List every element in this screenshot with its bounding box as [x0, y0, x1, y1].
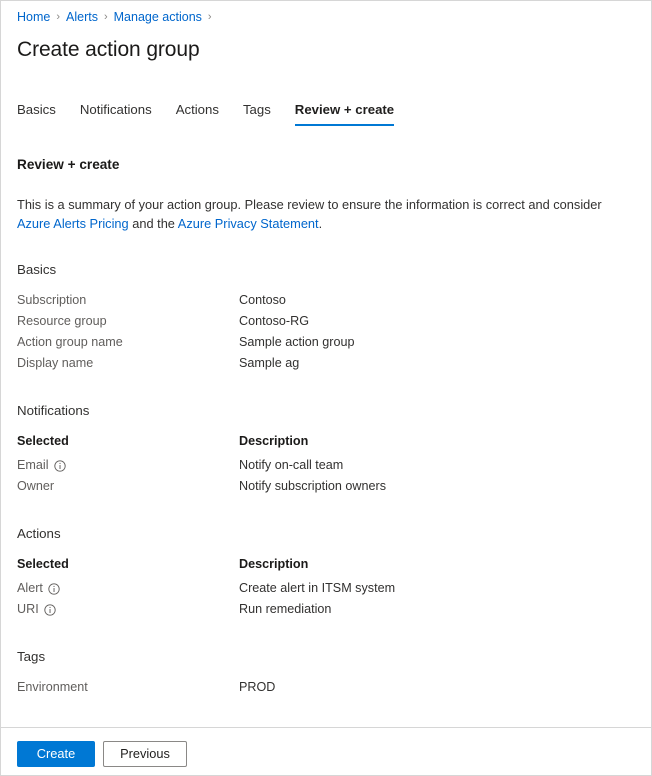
tab-notifications[interactable]: Notifications: [80, 101, 152, 126]
summary-group-basics: Basics Subscription Contoso Resource group C…: [17, 261, 635, 374]
summary-description: This is a summary of your action group. …: [17, 195, 623, 233]
row-label: Display name: [17, 353, 239, 374]
row-value: Sample action group: [239, 332, 355, 353]
row-label-text: Action group name: [17, 332, 123, 353]
summary-group-actions: Actions SelectedDescription Alert Create al…: [17, 525, 635, 620]
summary-groups: Basics Subscription Contoso Resource group C…: [17, 261, 635, 698]
page-title: Create action group: [17, 36, 635, 64]
row-label: Environment: [17, 677, 239, 698]
table-row: Owner Notify subscription owners: [17, 476, 635, 497]
breadcrumb-separator-icon: ›: [56, 9, 60, 25]
summary-group-tags: Tags Environment PROD: [17, 648, 635, 698]
info-icon[interactable]: [44, 604, 56, 616]
breadcrumb-separator-icon: ›: [104, 9, 108, 25]
table-header-row: SelectedDescription: [17, 554, 635, 575]
row-value: Run remediation: [239, 599, 331, 620]
tab-basics[interactable]: Basics: [17, 101, 56, 126]
column-header-selected: Selected: [17, 554, 239, 575]
summary-group-notifications: Notifications SelectedDescription Email Not…: [17, 402, 635, 497]
page-footer: Create Previous: [1, 727, 651, 775]
row-label: Email: [17, 455, 239, 476]
column-header-selected: Selected: [17, 431, 239, 452]
row-label: Action group name: [17, 332, 239, 353]
row-label: Owner: [17, 476, 239, 497]
table-header-row: SelectedDescription: [17, 431, 635, 452]
table-row: Action group name Sample action group: [17, 332, 635, 353]
table-row: Display name Sample ag: [17, 353, 635, 374]
page-content: Home › Alerts › Manage actions › Create actio…: [1, 1, 651, 727]
row-value: Notify on-call team: [239, 455, 343, 476]
info-icon[interactable]: [54, 460, 66, 472]
create-action-group-page: Home › Alerts › Manage actions › Create actio…: [0, 0, 652, 776]
table-row: Email Notify on-call team: [17, 455, 635, 476]
table-row: Alert Create alert in ITSM system: [17, 578, 635, 599]
table-row: Subscription Contoso: [17, 290, 635, 311]
azure-privacy-statement-link[interactable]: Azure Privacy Statement: [178, 216, 319, 231]
group-title: Tags: [17, 648, 635, 666]
row-value: Contoso-RG: [239, 311, 309, 332]
previous-button[interactable]: Previous: [103, 741, 187, 767]
row-label-text: URI: [17, 599, 39, 620]
breadcrumb-separator-icon: ›: [208, 9, 212, 25]
group-title: Actions: [17, 525, 635, 543]
summary-text-part-1: This is a summary of your action group. …: [17, 197, 602, 212]
column-header-description: Description: [239, 554, 308, 575]
row-label-text: Subscription: [17, 290, 86, 311]
summary-text-part-3: .: [319, 216, 323, 231]
breadcrumb-item-alerts[interactable]: Alerts: [66, 9, 98, 25]
tab-tags[interactable]: Tags: [243, 101, 271, 126]
row-label-text: Display name: [17, 353, 93, 374]
row-label-text: Resource group: [17, 311, 107, 332]
section-title: Review + create: [17, 156, 635, 174]
row-label: URI: [17, 599, 239, 620]
row-label: Subscription: [17, 290, 239, 311]
tab-actions[interactable]: Actions: [176, 101, 219, 126]
wizard-tabs: Basics Notifications Actions Tags Review + c…: [17, 96, 635, 126]
row-label-text: Owner: [17, 476, 54, 497]
column-header-description: Description: [239, 431, 308, 452]
azure-alerts-pricing-link[interactable]: Azure Alerts Pricing: [17, 216, 129, 231]
breadcrumb-item-home[interactable]: Home: [17, 9, 50, 25]
table-row: URI Run remediation: [17, 599, 635, 620]
row-label-text: Email: [17, 455, 49, 476]
summary-text-part-2: and the: [129, 216, 178, 231]
row-label-text: Environment: [17, 677, 88, 698]
row-label-text: Alert: [17, 578, 43, 599]
table-row: Resource group Contoso-RG: [17, 311, 635, 332]
group-title: Notifications: [17, 402, 635, 420]
table-row: Environment PROD: [17, 677, 635, 698]
row-value: PROD: [239, 677, 275, 698]
create-button[interactable]: Create: [17, 741, 95, 767]
row-value: Sample ag: [239, 353, 299, 374]
group-title: Basics: [17, 261, 635, 279]
row-label: Alert: [17, 578, 239, 599]
info-icon[interactable]: [48, 583, 60, 595]
row-label: Resource group: [17, 311, 239, 332]
row-value: Contoso: [239, 290, 286, 311]
row-value: Notify subscription owners: [239, 476, 386, 497]
breadcrumb-item-manage-actions[interactable]: Manage actions: [114, 9, 202, 25]
row-value: Create alert in ITSM system: [239, 578, 395, 599]
breadcrumb: Home › Alerts › Manage actions ›: [17, 1, 635, 25]
tab-review-create[interactable]: Review + create: [295, 101, 394, 126]
